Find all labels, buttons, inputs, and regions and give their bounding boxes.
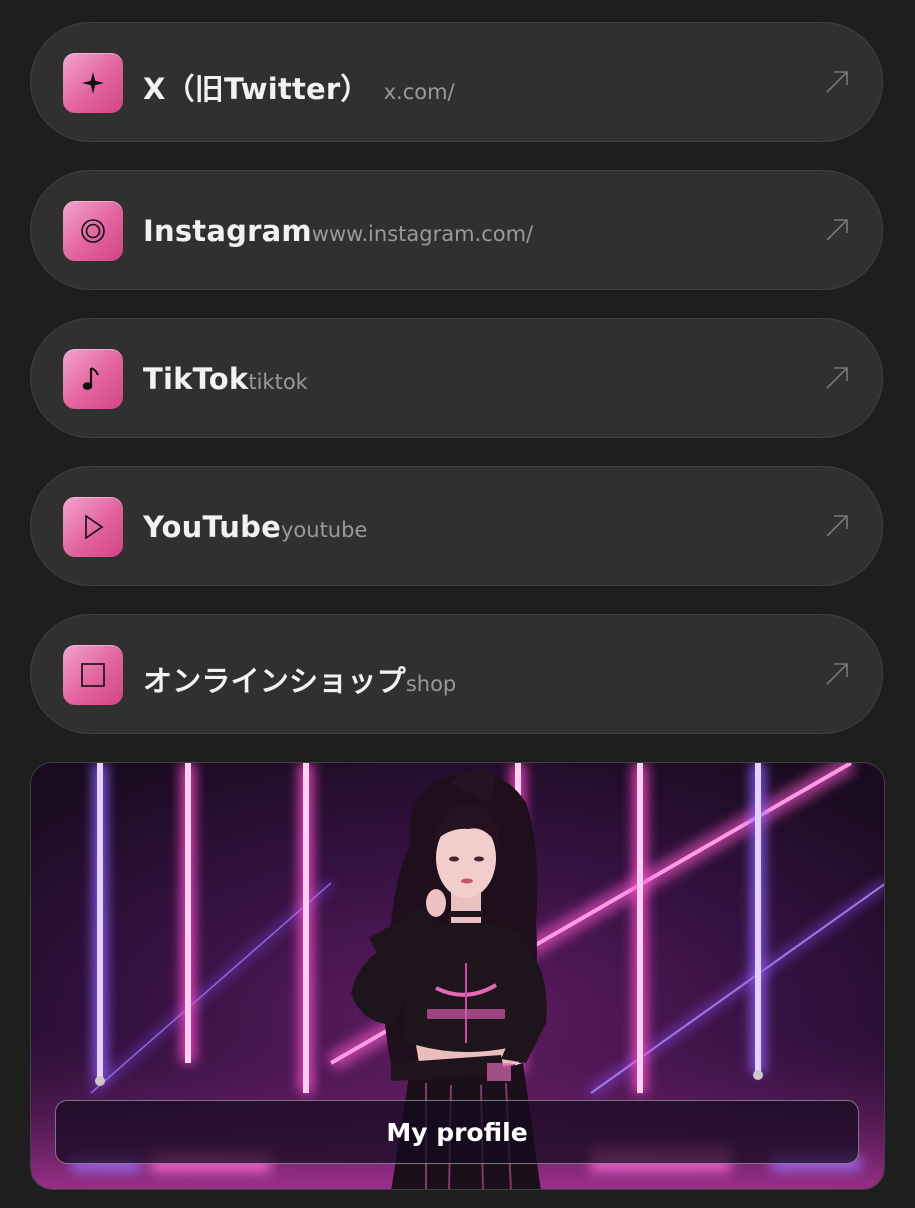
link-card-online-shop[interactable]: オンラインショップ shop [30, 614, 883, 734]
link-title: オンラインショップ [143, 664, 406, 698]
link-subtitle: shop [405, 672, 457, 696]
link-subtitle: tiktok [248, 370, 308, 394]
external-arrow-icon [826, 663, 848, 685]
link-title: X（旧Twitter） [143, 72, 370, 106]
link-card-x[interactable]: X（旧Twitter） x.com/ [30, 22, 883, 142]
square-icon [63, 645, 123, 705]
profile-card[interactable]: My profile [30, 762, 885, 1190]
link-page: X（旧Twitter） x.com/ Instagram www.instagr… [0, 0, 915, 1208]
circle-target-icon [63, 201, 123, 261]
link-title: TikTok [143, 362, 249, 396]
link-subtitle: x.com/ [383, 80, 455, 104]
external-arrow-icon [826, 219, 848, 241]
link-subtitle: youtube [280, 518, 368, 542]
play-icon [63, 497, 123, 557]
my-profile-button[interactable]: My profile [55, 1100, 859, 1164]
link-card-youtube[interactable]: YouTube youtube [30, 466, 883, 586]
link-title: Instagram [143, 214, 312, 248]
link-card-instagram[interactable]: Instagram www.instagram.com/ [30, 170, 883, 290]
sparkle-icon [63, 53, 123, 113]
external-arrow-icon [826, 71, 848, 93]
link-subtitle: www.instagram.com/ [311, 222, 534, 246]
link-title: YouTube [143, 510, 281, 544]
link-card-tiktok[interactable]: TikTok tiktok [30, 318, 883, 438]
music-note-icon [63, 349, 123, 409]
external-arrow-icon [826, 367, 848, 389]
external-arrow-icon [826, 515, 848, 537]
